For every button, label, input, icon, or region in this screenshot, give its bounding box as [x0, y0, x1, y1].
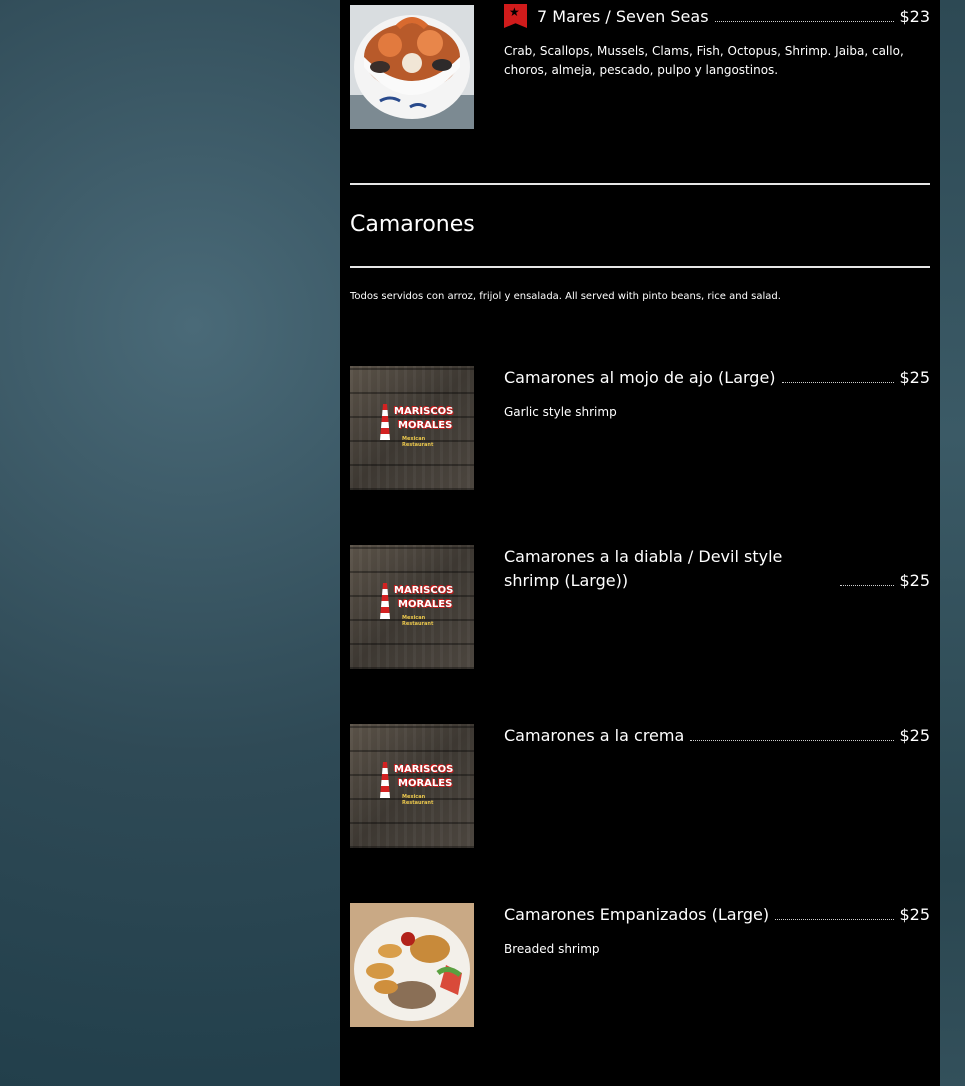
item-header: Camarones Empanizados (Large) $25	[504, 903, 930, 927]
menu-item-crema[interactable]: MARISCOS MORALES Mexican Restaurant Cama…	[350, 724, 930, 854]
dot-leader	[775, 919, 895, 920]
placeholder-logo-photo[interactable]: MARISCOS MORALES Mexican Restaurant	[350, 545, 474, 669]
dot-leader	[714, 21, 895, 22]
item-name: Camarones al mojo de ajo (Large)	[504, 368, 776, 387]
item-name: Camarones a la crema	[504, 726, 685, 745]
item-header: Camarones al mojo de ajo (Large) $25	[504, 366, 930, 390]
lighthouse-icon	[380, 404, 390, 440]
star-icon: ★	[504, 4, 527, 28]
menu-item-mojo-de-ajo[interactable]: MARISCOS MORALES Mexican Restaurant Cama…	[350, 366, 930, 496]
lighthouse-icon	[380, 583, 390, 619]
item-price: $25	[899, 726, 930, 745]
dot-leader	[690, 740, 895, 741]
section-title: Camarones	[350, 212, 475, 237]
lighthouse-icon	[380, 762, 390, 798]
item-price: $25	[899, 905, 930, 924]
item-name: Camarones a la diabla / Devil style shri…	[504, 547, 783, 590]
restaurant-logo: MARISCOS MORALES Mexican Restaurant	[376, 400, 453, 448]
background-right	[940, 0, 965, 1086]
dot-leader	[840, 585, 895, 586]
placeholder-logo-photo[interactable]: MARISCOS MORALES Mexican Restaurant	[350, 724, 474, 848]
item-header: Camarones a la diabla / Devil style shri…	[504, 545, 930, 593]
item-price: $23	[899, 7, 930, 26]
item-name: 7 Mares / Seven Seas	[537, 7, 709, 26]
breaded-shrimp-photo[interactable]	[350, 903, 474, 1027]
item-description: Crab, Scallops, Mussels, Clams, Fish, Oc…	[504, 44, 904, 77]
menu-item-seven-seas[interactable]: ★ 7 Mares / Seven Seas $23 Crab, Scallop…	[350, 4, 930, 135]
restaurant-logo: MARISCOS MORALES Mexican Restaurant	[376, 579, 453, 627]
seven-seas-photo[interactable]	[350, 5, 474, 129]
placeholder-logo-photo[interactable]: MARISCOS MORALES Mexican Restaurant	[350, 366, 474, 490]
item-header: Camarones a la crema $25	[504, 724, 930, 748]
seven-seas-header: ★ 7 Mares / Seven Seas $23	[504, 4, 930, 29]
dot-leader	[781, 382, 895, 383]
restaurant-logo: MARISCOS MORALES Mexican Restaurant	[376, 758, 453, 806]
item-description: Breaded shrimp	[504, 942, 600, 956]
item-description: Garlic style shrimp	[504, 405, 617, 419]
item-name: Camarones Empanizados (Large)	[504, 905, 770, 924]
section-note: Todos servidos con arroz, frijol y ensal…	[350, 291, 781, 302]
section-divider-bottom	[350, 266, 930, 268]
item-price: $25	[899, 368, 930, 387]
menu-item-empanizados[interactable]: Camarones Empanizados (Large) $25 Breade…	[350, 903, 930, 1033]
item-price: $25	[899, 571, 930, 590]
section-divider-top	[350, 183, 930, 185]
menu-item-diabla[interactable]: MARISCOS MORALES Mexican Restaurant Cama…	[350, 545, 930, 675]
